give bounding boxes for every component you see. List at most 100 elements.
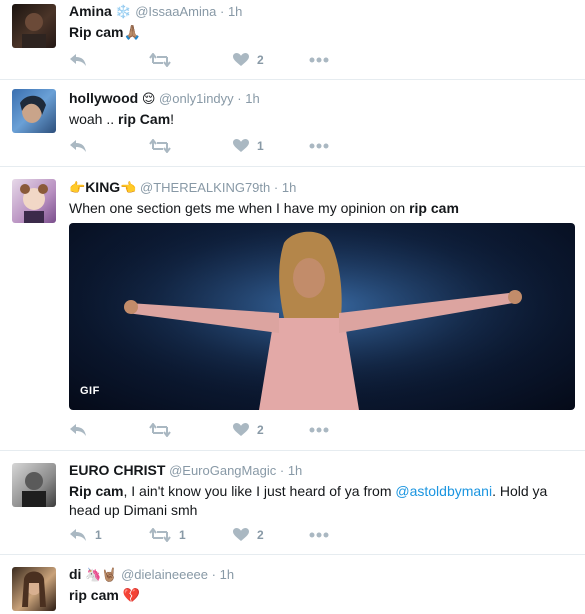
separator-dot: · [219,4,225,19]
reply-button[interactable] [69,50,87,70]
tweet-header: EURO CHRIST @EuroGangMagic · 1h [69,461,575,480]
avatar[interactable] [12,463,56,507]
tweet-text: rip cam 💔 [69,586,575,605]
tweet[interactable]: EURO CHRIST @EuroGangMagic · 1h Rip cam,… [0,451,585,555]
like-button[interactable]: 2 [233,525,264,545]
timestamp[interactable]: 1h [288,463,302,478]
user-mention-link[interactable]: @astoldbymani [395,483,492,499]
tweet-text-emoji: 🙏🏽 [123,24,141,40]
user-handle[interactable]: @EuroGangMagic [169,463,276,478]
like-count: 2 [257,528,264,542]
timestamp[interactable]: 1h [282,180,296,195]
tweet[interactable]: hollywood 😌 @only1indyy · 1h woah .. rip… [0,80,585,167]
display-name[interactable]: EURO CHRIST [69,462,165,478]
reply-icon [69,423,87,437]
more-icon [309,143,329,149]
tweet-header: 👉KING👈 @THEREALKING79th · 1h [69,178,575,197]
gif-badge: GIF [80,385,100,397]
display-name[interactable]: hollywood [69,90,138,106]
heart-icon [233,139,249,153]
retweet-count: 1 [179,528,186,542]
retweet-button[interactable] [149,136,171,156]
display-name[interactable]: di [69,566,81,582]
timestamp[interactable]: 1h [220,567,234,582]
reply-icon [69,53,87,67]
tweet-text: Rip cam🙏🏽 [69,23,575,42]
retweet-icon [149,53,171,67]
tweet[interactable]: Amina ❄️ @IssaaAmina · 1h Rip cam🙏🏽 2 [0,0,585,80]
hashtag-text: rip Cam [118,111,171,127]
reply-icon [69,528,87,542]
tweet-feed: Amina ❄️ @IssaaAmina · 1h Rip cam🙏🏽 2 ho… [0,0,585,614]
separator-dot: · [211,567,216,582]
retweet-icon [149,139,171,153]
avatar[interactable] [12,89,56,133]
separator-dot: · [279,463,285,478]
like-button[interactable]: 2 [233,50,264,70]
hashtag-text: rip cam [409,200,459,216]
gif-media[interactable]: GIF [69,223,575,410]
display-name[interactable]: Amina [69,3,112,19]
like-count: 2 [257,53,264,67]
like-button[interactable]: 1 [233,136,264,156]
user-handle[interactable]: @only1indyy [159,91,234,106]
more-icon [309,532,329,538]
hashtag-text: rip cam [69,587,119,603]
user-handle[interactable]: @dielaineeeee [121,567,208,582]
retweet-button[interactable] [149,50,171,70]
name-emoji: 😌 [141,91,156,106]
heart-icon [233,423,249,437]
tweet[interactable]: 👉KING👈 @THEREALKING79th · 1h When one se… [0,167,585,451]
display-name[interactable]: KING [85,179,120,195]
timestamp[interactable]: 1h [245,91,259,106]
tweet-actions: 2 [69,420,389,440]
name-emoji: 🦄🤘🏽 [85,567,118,582]
tweet-text-post: ! [170,111,175,127]
tweet-text-post: 💔 [118,587,141,603]
tweet-text: When one section gets me when I have my … [69,199,575,218]
heart-icon [233,528,249,542]
tweet-actions: 1 1 2 [69,525,389,545]
reply-icon [69,139,87,153]
avatar[interactable] [12,567,56,611]
retweet-button[interactable] [149,420,171,440]
retweet-button[interactable]: 1 [149,525,186,545]
more-button[interactable] [309,50,329,70]
more-icon [309,427,329,433]
tweet-header: hollywood 😌 @only1indyy · 1h [69,89,575,108]
tweet-text: woah .. rip Cam! [69,110,575,129]
tweet-text: Rip cam, I ain't know you like I just he… [69,482,575,520]
separator-dot: · [237,91,242,106]
avatar[interactable] [12,179,56,223]
heart-icon [233,53,249,67]
retweet-icon [149,528,171,542]
tweet-actions: 2 [69,50,389,70]
retweet-icon [149,423,171,437]
avatar[interactable] [12,4,56,48]
user-handle[interactable]: @THEREALKING79th [140,180,270,195]
tweet-header: Amina ❄️ @IssaaAmina · 1h [69,2,575,21]
more-button[interactable] [309,420,329,440]
user-handle[interactable]: @IssaaAmina [135,4,216,19]
like-count: 1 [257,139,264,153]
tweet-text-pre: When one section gets me when I have my … [69,200,410,216]
separator-dot: · [273,180,279,195]
gif-preview-image [69,223,575,410]
name-emoji-suffix: 👈 [120,180,137,195]
more-button[interactable] [309,525,329,545]
reply-button[interactable]: 1 [69,525,102,545]
tweet-header: di 🦄🤘🏽 @dielaineeeee · 1h [69,565,575,584]
hashtag-text: Rip cam [69,24,124,40]
reply-button[interactable] [69,420,87,440]
hashtag-text: Rip cam [69,483,124,499]
tweet-text-pre: woah .. [69,111,119,127]
tweet[interactable]: di 🦄🤘🏽 @dielaineeeee · 1h rip cam 💔 [0,555,585,614]
more-icon [309,57,329,63]
like-count: 2 [257,423,264,437]
more-button[interactable] [309,136,329,156]
name-emoji-prefix: 👉 [69,180,86,195]
name-emoji: ❄️ [115,4,132,19]
timestamp[interactable]: 1h [228,4,242,19]
reply-button[interactable] [69,136,87,156]
like-button[interactable]: 2 [233,420,264,440]
